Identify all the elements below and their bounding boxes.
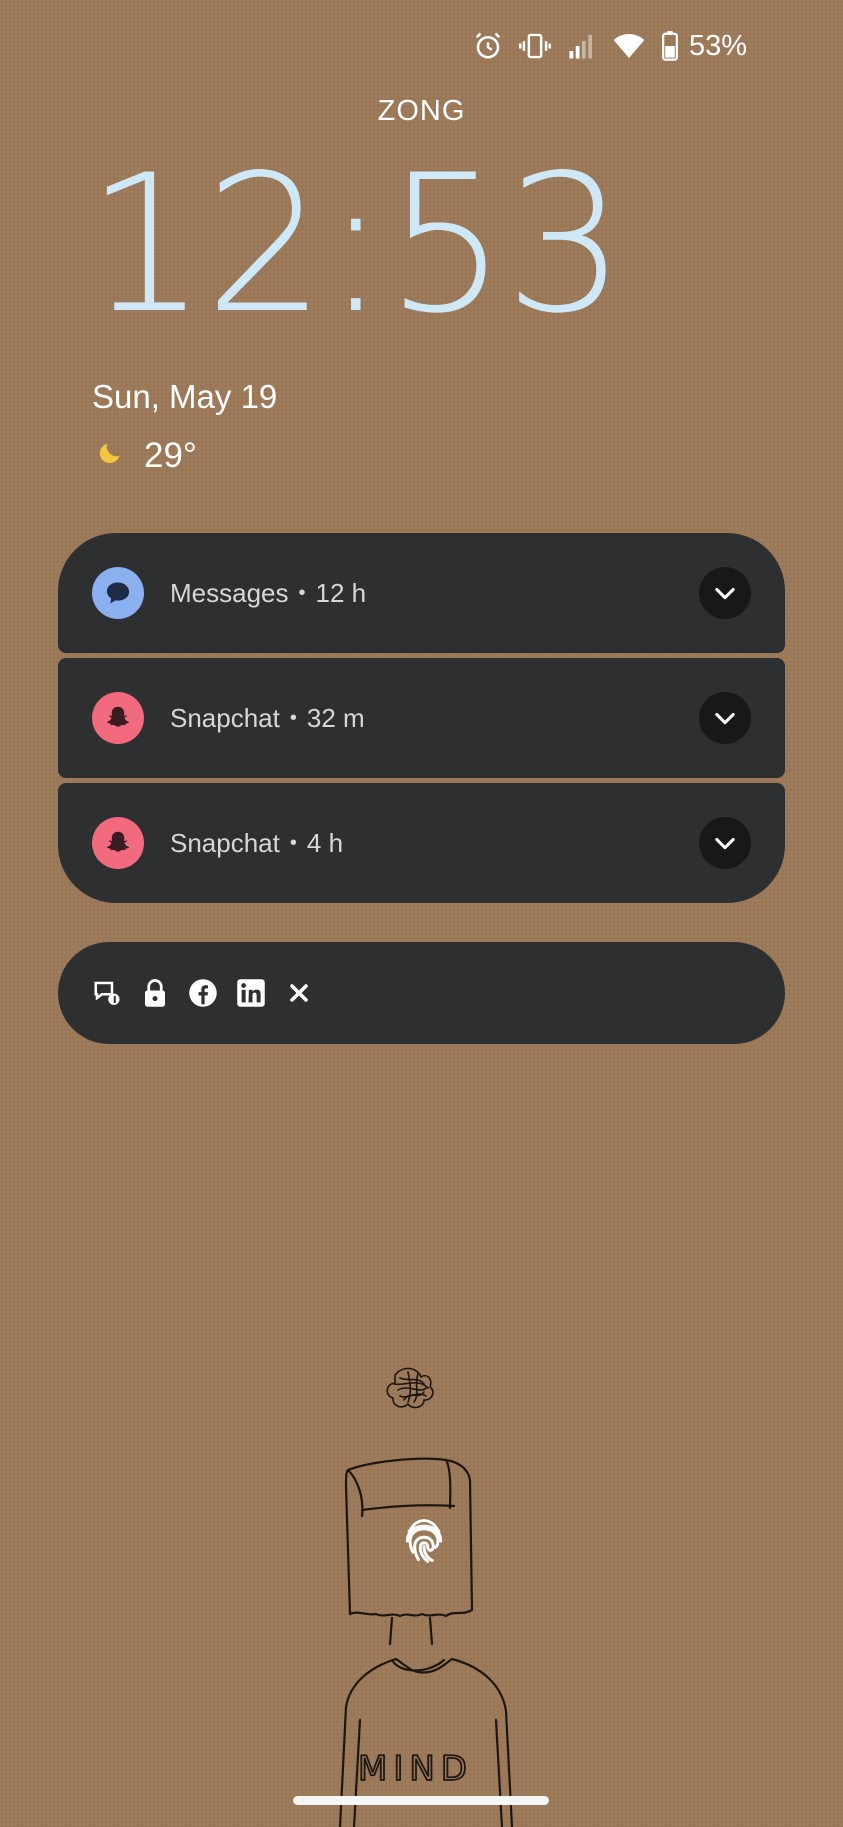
carrier-name: ZONG	[377, 95, 466, 127]
wifi-icon	[613, 32, 645, 60]
expand-notification-button[interactable]	[699, 817, 751, 869]
moon-icon	[96, 436, 124, 476]
home-gesture-bar[interactable]	[293, 1796, 549, 1805]
notification-time: 32 m	[306, 702, 365, 733]
notification-app-name: Snapchat	[170, 827, 280, 858]
notification-time: 12 h	[315, 577, 367, 608]
wallpaper-text: MIND	[358, 1749, 473, 1789]
chevron-down-icon	[715, 837, 735, 850]
notification-header: Snapchat • 32 m	[170, 702, 365, 733]
battery-icon	[661, 31, 679, 61]
status-bar: 53%	[473, 26, 747, 66]
messages-icon	[92, 567, 144, 619]
date-label[interactable]: Sun, May 19	[92, 378, 277, 416]
facebook-icon	[188, 978, 218, 1008]
signal-icon	[567, 31, 597, 61]
chevron-down-icon	[715, 712, 735, 725]
notification-time: 4 h	[306, 827, 344, 858]
linkedin-icon	[236, 978, 266, 1008]
snapchat-ghost-icon	[92, 692, 144, 744]
alarm-icon	[473, 31, 503, 61]
notification-snapchat[interactable]: Snapchat • 4 h	[58, 783, 785, 903]
messenger-icon	[92, 978, 122, 1008]
notification-app-name: Snapchat	[170, 702, 280, 733]
vibrate-icon	[518, 31, 551, 61]
notification-header: Snapchat • 4 h	[170, 827, 344, 858]
fingerprint-icon	[405, 1519, 443, 1563]
expand-notification-button[interactable]	[699, 567, 751, 619]
temperature: 29°	[144, 436, 197, 475]
notification-app-name: Messages	[170, 577, 289, 608]
fingerprint-sensor[interactable]	[374, 1491, 474, 1591]
scribble-cloud	[386, 1367, 434, 1409]
notification-messages[interactable]: Messages • 12 h	[58, 533, 785, 653]
x-icon	[284, 978, 314, 1008]
weather-widget[interactable]: 29°	[96, 436, 197, 476]
wallpaper-illustration: MIND	[338, 1367, 514, 1827]
notification-overflow-shelf[interactable]	[58, 942, 785, 1044]
snapchat-ghost-icon	[92, 817, 144, 869]
notification-stack: Messages • 12 h Snapchat • 32 m Snapchat…	[58, 533, 785, 903]
chevron-down-icon	[715, 587, 735, 600]
notification-header: Messages • 12 h	[170, 577, 367, 608]
lock-screen-clock: 12:53	[86, 134, 626, 355]
lock-icon	[140, 978, 170, 1008]
notification-snapchat[interactable]: Snapchat • 32 m	[58, 658, 785, 778]
expand-notification-button[interactable]	[699, 692, 751, 744]
battery-percentage: 53%	[688, 29, 747, 62]
